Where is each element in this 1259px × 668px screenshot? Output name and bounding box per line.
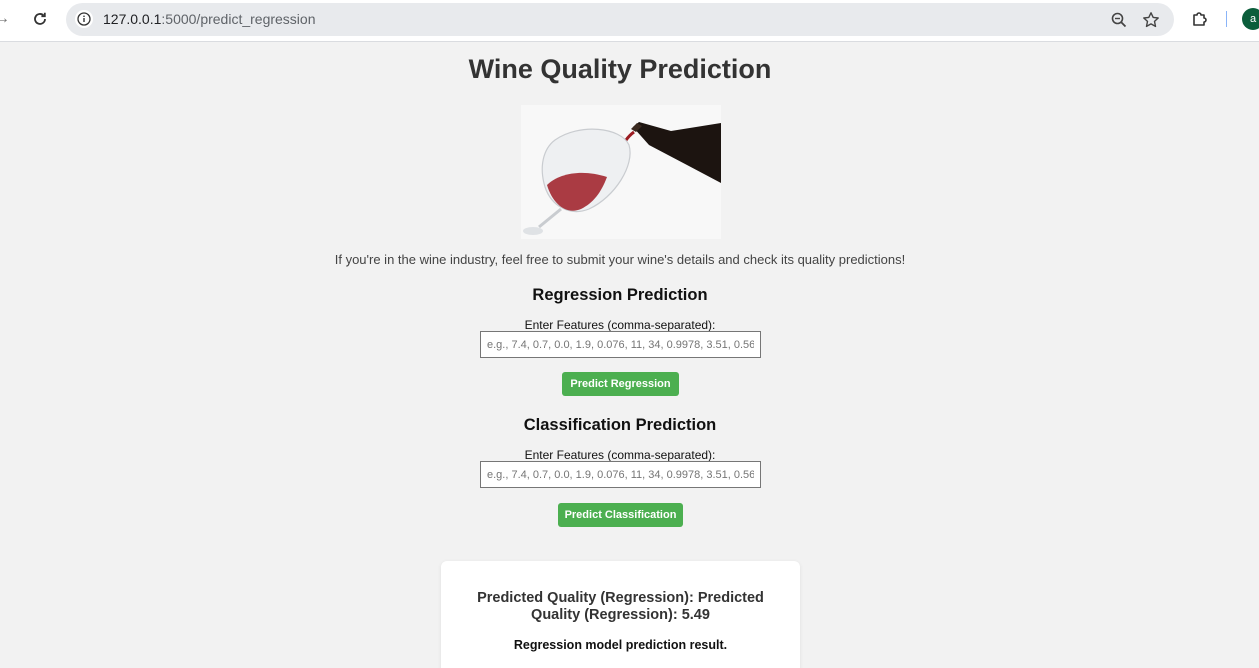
profile-avatar[interactable]: a <box>1242 8 1259 30</box>
result-subtitle: Regression model prediction result. <box>513 638 728 652</box>
site-info-icon[interactable] <box>75 10 93 28</box>
classification-label: Enter Features (comma-separated): <box>524 448 716 462</box>
intro-text: If you're in the wine industry, feel fre… <box>334 252 906 267</box>
regression-heading: Regression Prediction <box>532 286 708 304</box>
zoom-icon[interactable] <box>1110 11 1128 29</box>
reload-icon[interactable] <box>27 6 53 32</box>
page-title: Wine Quality Prediction <box>468 54 772 84</box>
extensions-puzzle-icon[interactable] <box>1190 9 1210 29</box>
url-path: :5000/predict_regression <box>161 11 316 27</box>
predict-regression-button[interactable]: Predict Regression <box>562 372 679 396</box>
wine-pour-image <box>521 105 721 239</box>
address-bar[interactable]: 127.0.0.1:5000/predict_regression <box>66 3 1174 36</box>
toolbar-divider <box>1226 11 1227 27</box>
bookmark-star-icon[interactable] <box>1142 11 1160 29</box>
predict-classification-button[interactable]: Predict Classification <box>558 503 683 527</box>
result-card: Predicted Quality (Regression): Predicte… <box>441 561 800 668</box>
classification-features-input[interactable] <box>480 461 761 488</box>
regression-label: Enter Features (comma-separated): <box>524 318 716 332</box>
result-title: Predicted Quality (Regression): Predicte… <box>477 590 764 623</box>
classification-heading: Classification Prediction <box>523 416 717 434</box>
url-text[interactable]: 127.0.0.1:5000/predict_regression <box>103 11 316 27</box>
back-arrow-icon[interactable]: → <box>0 9 14 29</box>
url-host: 127.0.0.1 <box>103 11 162 27</box>
regression-features-input[interactable] <box>480 331 761 358</box>
browser-toolbar: → 127.0.0.1:5000/predict_regression a <box>0 0 1259 42</box>
